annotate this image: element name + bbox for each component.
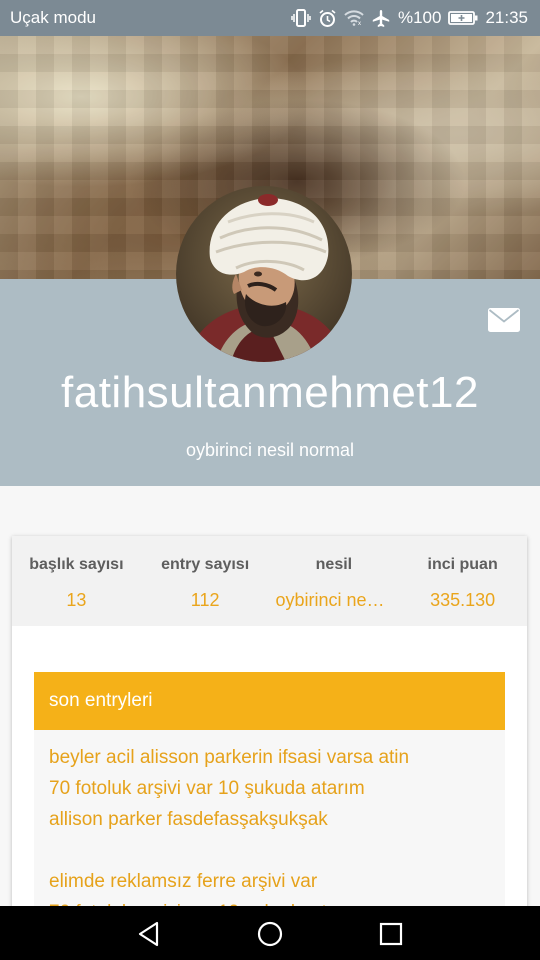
stat-label: nesil bbox=[315, 556, 353, 573]
profile-card: başlık sayısı 13 entry sayısı 112 nesil … bbox=[12, 536, 527, 930]
avatar[interactable] bbox=[176, 186, 352, 362]
svg-text:x: x bbox=[358, 21, 361, 26]
stat-value: oybirinci nesi... bbox=[275, 590, 395, 610]
entry-line: 70 fotoluk arşivi var 10 şukuda atarım bbox=[49, 778, 365, 799]
airplane-mode-label: Uçak modu bbox=[10, 8, 96, 27]
stat-value: 335.130 bbox=[430, 590, 496, 610]
stat-points: inci puan 335.130 bbox=[398, 536, 527, 626]
status-bar: Uçak modu x %100 21:35 bbox=[0, 0, 540, 36]
back-icon[interactable] bbox=[135, 920, 163, 953]
entry-line: beyler acil alisson parkerin ifsasi vars… bbox=[49, 747, 410, 768]
recent-entries-header: son entryleri bbox=[34, 672, 505, 730]
stat-value: 112 bbox=[190, 590, 220, 610]
entry-line: allison parker fasdefasşakşukşak bbox=[49, 809, 328, 830]
entry-item[interactable]: beyler acil alisson parkerin ifsasi vars… bbox=[49, 742, 490, 835]
airplane-icon bbox=[371, 9, 391, 27]
stat-label: inci puan bbox=[427, 556, 498, 573]
vibrate-icon bbox=[291, 9, 311, 27]
recents-icon[interactable] bbox=[377, 920, 405, 953]
stats-row: başlık sayısı 13 entry sayısı 112 nesil … bbox=[12, 536, 527, 626]
profile-subtitle: oybirinci nesil normal bbox=[185, 440, 355, 460]
stat-generation: nesil oybirinci nesi... bbox=[270, 536, 399, 626]
mail-icon[interactable] bbox=[488, 308, 520, 337]
entry-line: elimde reklamsız ferre arşivi var bbox=[49, 871, 318, 892]
stat-entry-count[interactable]: entry sayısı 112 bbox=[141, 536, 270, 626]
avatar-portrait-icon bbox=[176, 186, 352, 362]
wifi-icon: x bbox=[344, 10, 364, 26]
stat-title-count[interactable]: başlık sayısı 13 bbox=[12, 536, 141, 626]
navigation-bar bbox=[0, 906, 540, 960]
status-icons: x %100 21:35 bbox=[291, 8, 528, 28]
stat-label: başlık sayısı bbox=[29, 556, 124, 573]
recent-entries-list: beyler acil alisson parkerin ifsasi vars… bbox=[34, 730, 505, 930]
home-icon[interactable] bbox=[256, 920, 284, 953]
profile-username: fatihsultanmehmet12 bbox=[61, 368, 479, 417]
stat-value: 13 bbox=[66, 590, 87, 610]
battery-icon bbox=[448, 10, 478, 26]
battery-label: %100 bbox=[397, 8, 442, 27]
alarm-icon bbox=[318, 9, 337, 28]
clock: 21:35 bbox=[485, 8, 528, 27]
stat-label: entry sayısı bbox=[161, 556, 250, 573]
